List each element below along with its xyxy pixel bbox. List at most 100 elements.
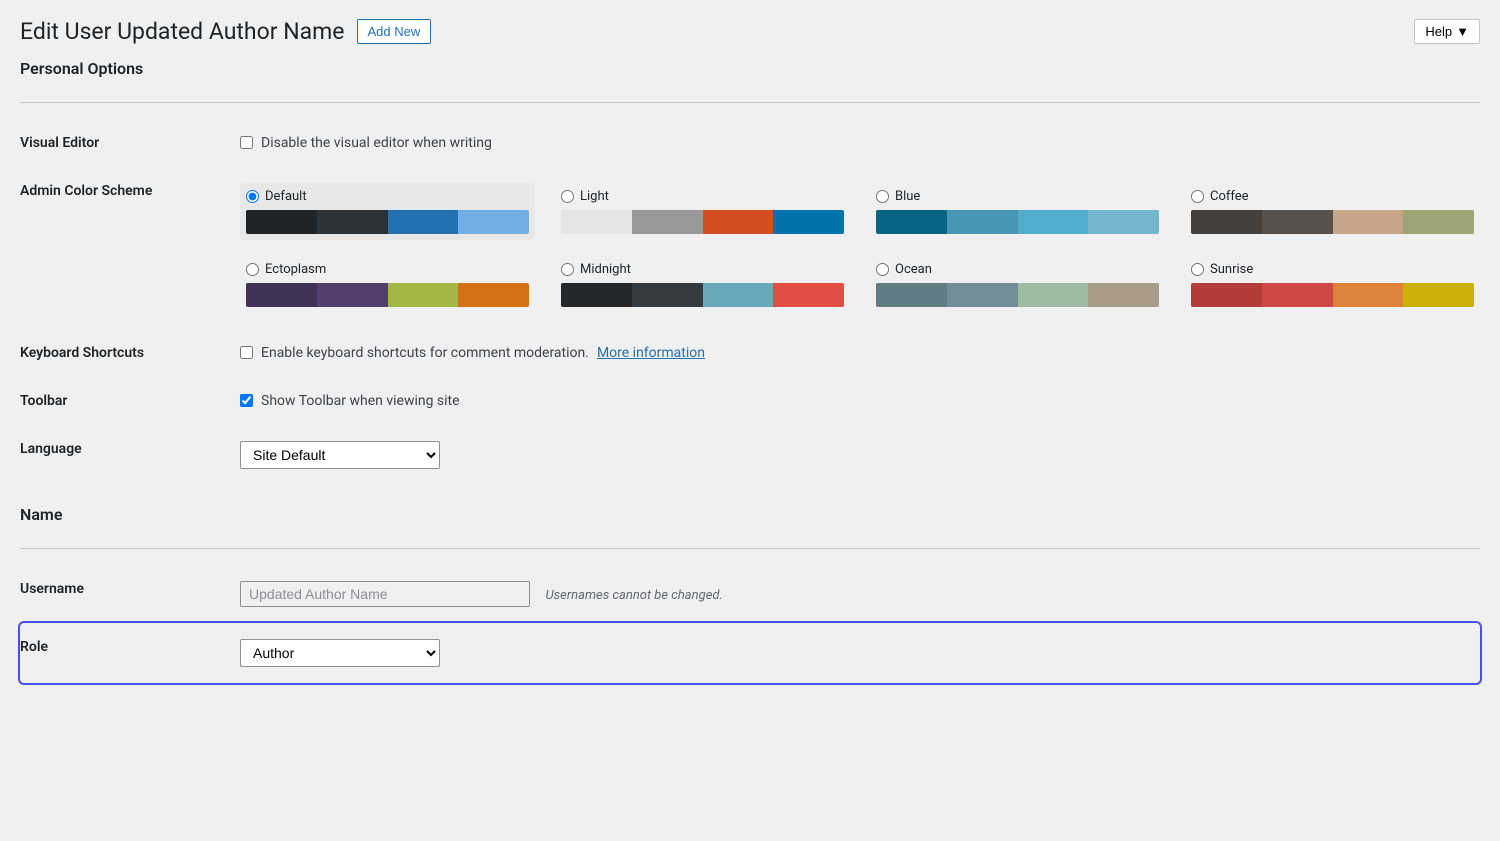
color-swatches-ocean [876,283,1159,307]
color-swatch-default-1 [317,210,388,234]
color-swatch-sunrise-2 [1333,283,1404,307]
name-section-heading: Name [20,505,1480,532]
color-scheme-header-sunrise: Sunrise [1191,262,1474,277]
color-swatch-blue-0 [876,210,947,234]
color-scheme-radio-ocean[interactable] [876,263,889,276]
color-swatch-coffee-0 [1191,210,1262,234]
toolbar-checkbox[interactable] [240,394,253,407]
toolbar-checkbox-label: Show Toolbar when viewing site [261,393,460,409]
color-scheme-header-ectoplasm: Ectoplasm [246,262,529,277]
color-swatch-sunrise-1 [1262,283,1333,307]
personal-options-table: Visual Editor Disable the visual editor … [20,119,1480,485]
color-swatches-midnight [561,283,844,307]
color-swatch-ocean-0 [876,283,947,307]
color-scheme-header-blue: Blue [876,189,1159,204]
color-swatch-blue-2 [1018,210,1089,234]
color-scheme-sunrise[interactable]: Sunrise [1185,256,1480,313]
color-scheme-radio-default[interactable] [246,190,259,203]
visual-editor-checkbox-row: Disable the visual editor when writing [240,135,1480,151]
color-swatches-sunrise [1191,283,1474,307]
toolbar-row: Toolbar Show Toolbar when viewing site [20,377,1480,425]
color-swatch-sunrise-0 [1191,283,1262,307]
role-select[interactable]: SubscriberContributorAuthorEditorAdminis… [240,639,440,667]
color-schemes-grid: Default Light Blue Coffee Ectoplasm Midnight O… [240,183,1480,313]
help-label: Help [1425,24,1452,39]
role-label: Role [20,623,240,683]
color-swatch-ectoplasm-3 [458,283,529,307]
color-scheme-blue[interactable]: Blue [870,183,1165,240]
color-swatch-light-2 [703,210,774,234]
color-scheme-header-default: Default [246,189,529,204]
visual-editor-checkbox[interactable] [240,136,253,149]
visual-editor-label: Visual Editor [20,119,240,167]
toolbar-checkbox-row: Show Toolbar when viewing site [240,393,1480,409]
color-scheme-coffee[interactable]: Coffee [1185,183,1480,240]
color-swatch-light-0 [561,210,632,234]
color-swatch-ocean-2 [1018,283,1089,307]
keyboard-shortcuts-label: Keyboard Shortcuts [20,329,240,377]
color-scheme-header-light: Light [561,189,844,204]
color-swatch-default-3 [458,210,529,234]
language-select[interactable]: Site DefaultEnglish (US) [240,441,440,469]
color-swatch-coffee-3 [1403,210,1474,234]
chevron-down-icon: ▼ [1456,24,1469,39]
username-input [240,581,530,607]
color-swatch-default-0 [246,210,317,234]
color-swatch-blue-3 [1088,210,1159,234]
page-title: Edit User Updated Author Name [20,18,345,45]
color-scheme-name-sunrise: Sunrise [1210,262,1253,277]
personal-options-heading: Personal Options [20,59,1480,86]
color-swatch-ectoplasm-1 [317,283,388,307]
help-button[interactable]: Help ▼ [1414,19,1480,44]
color-scheme-light[interactable]: Light [555,183,850,240]
color-swatch-midnight-3 [773,283,844,307]
color-swatches-light [561,210,844,234]
color-scheme-radio-ectoplasm[interactable] [246,263,259,276]
color-swatch-light-3 [773,210,844,234]
color-scheme-radio-light[interactable] [561,190,574,203]
add-new-button[interactable]: Add New [357,19,432,44]
color-scheme-header-coffee: Coffee [1191,189,1474,204]
language-label: Language [20,425,240,485]
keyboard-shortcuts-checkbox-row: Enable keyboard shortcuts for comment mo… [240,345,1480,361]
color-scheme-ectoplasm[interactable]: Ectoplasm [240,256,535,313]
color-swatches-blue [876,210,1159,234]
color-scheme-name-default: Default [265,189,307,204]
color-scheme-radio-coffee[interactable] [1191,190,1204,203]
username-label: Username [20,565,240,623]
section-divider-personal [20,102,1480,103]
toolbar-label: Toolbar [20,377,240,425]
color-swatch-midnight-1 [632,283,703,307]
keyboard-shortcuts-checkbox-label: Enable keyboard shortcuts for comment mo… [261,345,589,361]
color-scheme-radio-sunrise[interactable] [1191,263,1204,276]
color-swatches-coffee [1191,210,1474,234]
color-scheme-name-ocean: Ocean [895,262,932,277]
color-scheme-name-ectoplasm: Ectoplasm [265,262,326,277]
color-swatch-coffee-1 [1262,210,1333,234]
color-scheme-name-light: Light [580,189,609,204]
color-swatches-ectoplasm [246,283,529,307]
visual-editor-checkbox-label: Disable the visual editor when writing [261,135,492,151]
color-scheme-radio-midnight[interactable] [561,263,574,276]
color-scheme-name-midnight: Midnight [580,262,631,277]
color-swatch-ocean-1 [947,283,1018,307]
visual-editor-row: Visual Editor Disable the visual editor … [20,119,1480,167]
keyboard-shortcuts-more-info-link[interactable]: More information [597,345,705,361]
color-scheme-default[interactable]: Default [240,183,535,240]
color-swatch-default-2 [388,210,459,234]
color-swatch-ectoplasm-2 [388,283,459,307]
color-scheme-ocean[interactable]: Ocean [870,256,1165,313]
name-table: Username Usernames cannot be changed. Ro… [20,565,1480,683]
color-scheme-header-ocean: Ocean [876,262,1159,277]
color-scheme-name-coffee: Coffee [1210,189,1249,204]
color-swatches-default [246,210,529,234]
color-scheme-radio-blue[interactable] [876,190,889,203]
section-divider-name [20,548,1480,549]
color-swatch-ectoplasm-0 [246,283,317,307]
color-swatch-midnight-2 [703,283,774,307]
color-swatch-blue-1 [947,210,1018,234]
color-scheme-midnight[interactable]: Midnight [555,256,850,313]
admin-color-scheme-row: Admin Color Scheme DefaultLightBlueCoffe… [20,167,1480,329]
color-swatch-sunrise-3 [1403,283,1474,307]
keyboard-shortcuts-checkbox[interactable] [240,346,253,359]
